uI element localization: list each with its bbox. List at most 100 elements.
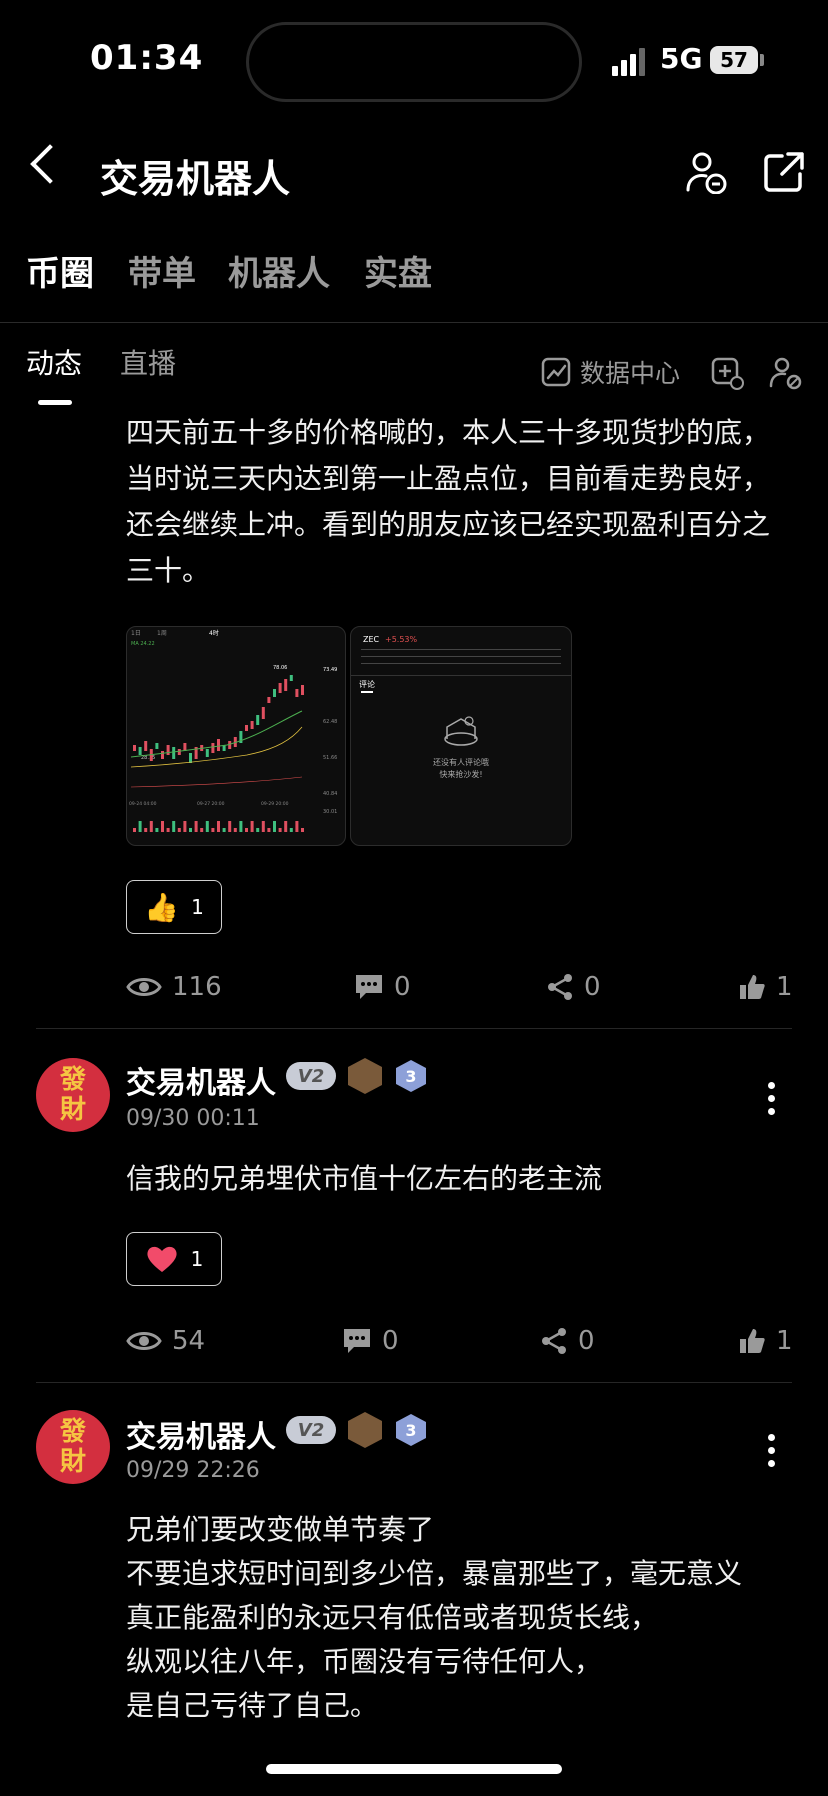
post-separator — [36, 1382, 792, 1383]
subtab-feed[interactable]: 动态 — [26, 342, 82, 382]
avatar[interactable]: 發 財 — [36, 1058, 110, 1132]
coin-change: +5.53% — [385, 635, 418, 644]
svg-text:78.06: 78.06 — [273, 665, 287, 671]
candle — [189, 753, 192, 763]
volume-bar — [149, 821, 153, 832]
share-icon — [542, 1328, 566, 1354]
volume-bar — [289, 828, 293, 832]
candle — [289, 675, 293, 681]
svg-text:09-24 04:00: 09-24 04:00 — [129, 801, 157, 807]
svg-text:51.66: 51.66 — [323, 755, 337, 761]
volume-bar — [278, 828, 282, 832]
post-body: 兄弟们要改变做单节奏了 不要追求短时间到多少倍，暴富那些了，毫无意义 真正能盈利… — [126, 1508, 806, 1724]
post-comment-screenshot[interactable]: ZEC +5.53% 评论 还没有人评论哦 快来抢沙发! — [350, 626, 572, 846]
volume-bar — [228, 821, 232, 832]
share-button[interactable]: 0 — [540, 1326, 595, 1356]
svg-text:09-29 20:00: 09-29 20:00 — [261, 801, 289, 807]
dynamic-island — [246, 22, 582, 102]
comments-button[interactable]: 0 — [354, 972, 411, 1002]
subtab-live[interactable]: 直播 — [120, 342, 176, 382]
candle — [217, 739, 220, 751]
volume-bar — [233, 828, 237, 832]
candle — [301, 685, 304, 695]
volume-bar — [183, 821, 187, 832]
medal-badge-icon — [348, 1412, 382, 1448]
vip-badge: V2 — [286, 1416, 336, 1444]
share-button[interactable]: 0 — [546, 972, 601, 1002]
svg-text:MA 24.22: MA 24.22 — [131, 641, 155, 647]
heart-icon — [147, 1246, 177, 1272]
author-name[interactable]: 交易机器人 — [126, 1412, 276, 1456]
volume-bar — [217, 821, 220, 832]
status-time: 01:34 — [90, 38, 204, 78]
candlestick-chart: 1日 1周 4时 MA 24.22 78.06 73.49 62.48 51.6… — [129, 629, 337, 832]
back-icon[interactable] — [30, 144, 70, 184]
like-button[interactable]: 1 — [738, 1326, 793, 1356]
candle — [211, 743, 215, 753]
empty-line-1: 还没有人评论哦 — [433, 758, 489, 767]
home-indicator[interactable] — [266, 1764, 562, 1774]
volume-bar — [205, 821, 209, 832]
volume-bar — [239, 821, 243, 832]
svg-text:30.01: 30.01 — [323, 809, 337, 815]
user-profile-icon[interactable] — [684, 150, 728, 194]
reaction-thumbs-up-button[interactable]: 👍 1 — [126, 880, 222, 934]
candle — [278, 683, 282, 693]
thumbs-up-emoji-icon: 👍 — [144, 890, 180, 924]
more-options-icon[interactable] — [768, 1434, 776, 1467]
svg-text:1日: 1日 — [131, 630, 141, 637]
more-options-icon[interactable] — [768, 1082, 776, 1115]
svg-text:09-27 20:00: 09-27 20:00 — [197, 801, 225, 807]
level-badge: 3 — [396, 1414, 426, 1446]
volume-bar — [301, 828, 304, 832]
volume-bar — [256, 828, 260, 832]
volume-bar — [172, 821, 176, 832]
reaction-count: 1 — [191, 895, 204, 919]
battery-icon: 57 — [710, 46, 758, 74]
tab-real-trade[interactable]: 实盘 — [364, 246, 432, 295]
subtab-underline — [38, 400, 72, 405]
svg-text:40.84: 40.84 — [323, 791, 337, 797]
data-center-button[interactable]: 数据中心 — [540, 354, 680, 390]
svg-text:62.48: 62.48 — [323, 719, 337, 725]
thumbs-up-icon — [740, 975, 765, 999]
volume-bar — [211, 828, 215, 832]
post-line: 不要追求短时间到多少倍，暴富那些了，毫无意义 — [126, 1557, 743, 1590]
comments-button[interactable]: 0 — [342, 1326, 399, 1356]
candle — [295, 689, 299, 697]
volume-bar — [194, 821, 198, 832]
svg-text:4时: 4时 — [209, 629, 219, 637]
candle — [284, 679, 288, 691]
volume-bar — [250, 821, 254, 832]
reaction-heart-button[interactable]: 1 — [126, 1232, 222, 1286]
post-line: 纵观以往八年，币圈没有亏待任何人， — [126, 1645, 603, 1678]
candle — [183, 743, 187, 751]
tab-robot[interactable]: 机器人 — [228, 246, 330, 295]
share-external-icon[interactable] — [762, 150, 806, 194]
candle — [261, 707, 265, 719]
volume-bar — [295, 821, 299, 832]
author-name[interactable]: 交易机器人 — [126, 1058, 276, 1102]
volume-bar — [261, 821, 265, 832]
comment-icon — [356, 975, 382, 999]
tab-copy-trade[interactable]: 带单 — [128, 246, 196, 295]
user-settings-icon[interactable] — [768, 356, 802, 390]
views-stat: 54 — [126, 1326, 205, 1356]
post-time: 09/30 00:11 — [126, 1106, 260, 1131]
volume-bar — [273, 821, 276, 832]
vip-badge: V2 — [286, 1062, 336, 1090]
add-post-icon[interactable] — [710, 356, 744, 390]
battery-tip — [760, 54, 764, 66]
like-button[interactable]: 1 — [738, 972, 793, 1002]
post-time: 09/29 22:26 — [126, 1458, 260, 1483]
tab-coin-circle[interactable]: 币圈 — [26, 246, 94, 295]
volume-bar — [166, 828, 170, 832]
avatar[interactable]: 發 財 — [36, 1410, 110, 1484]
candle — [245, 725, 248, 731]
empty-state-icon — [444, 716, 478, 746]
volume-bar — [189, 828, 192, 832]
signal-icon — [612, 48, 648, 76]
reaction-count: 1 — [190, 1247, 204, 1271]
post-chart-image[interactable]: 1日 1周 4时 MA 24.22 78.06 73.49 62.48 51.6… — [126, 626, 346, 846]
network-label: 5G — [660, 42, 703, 75]
